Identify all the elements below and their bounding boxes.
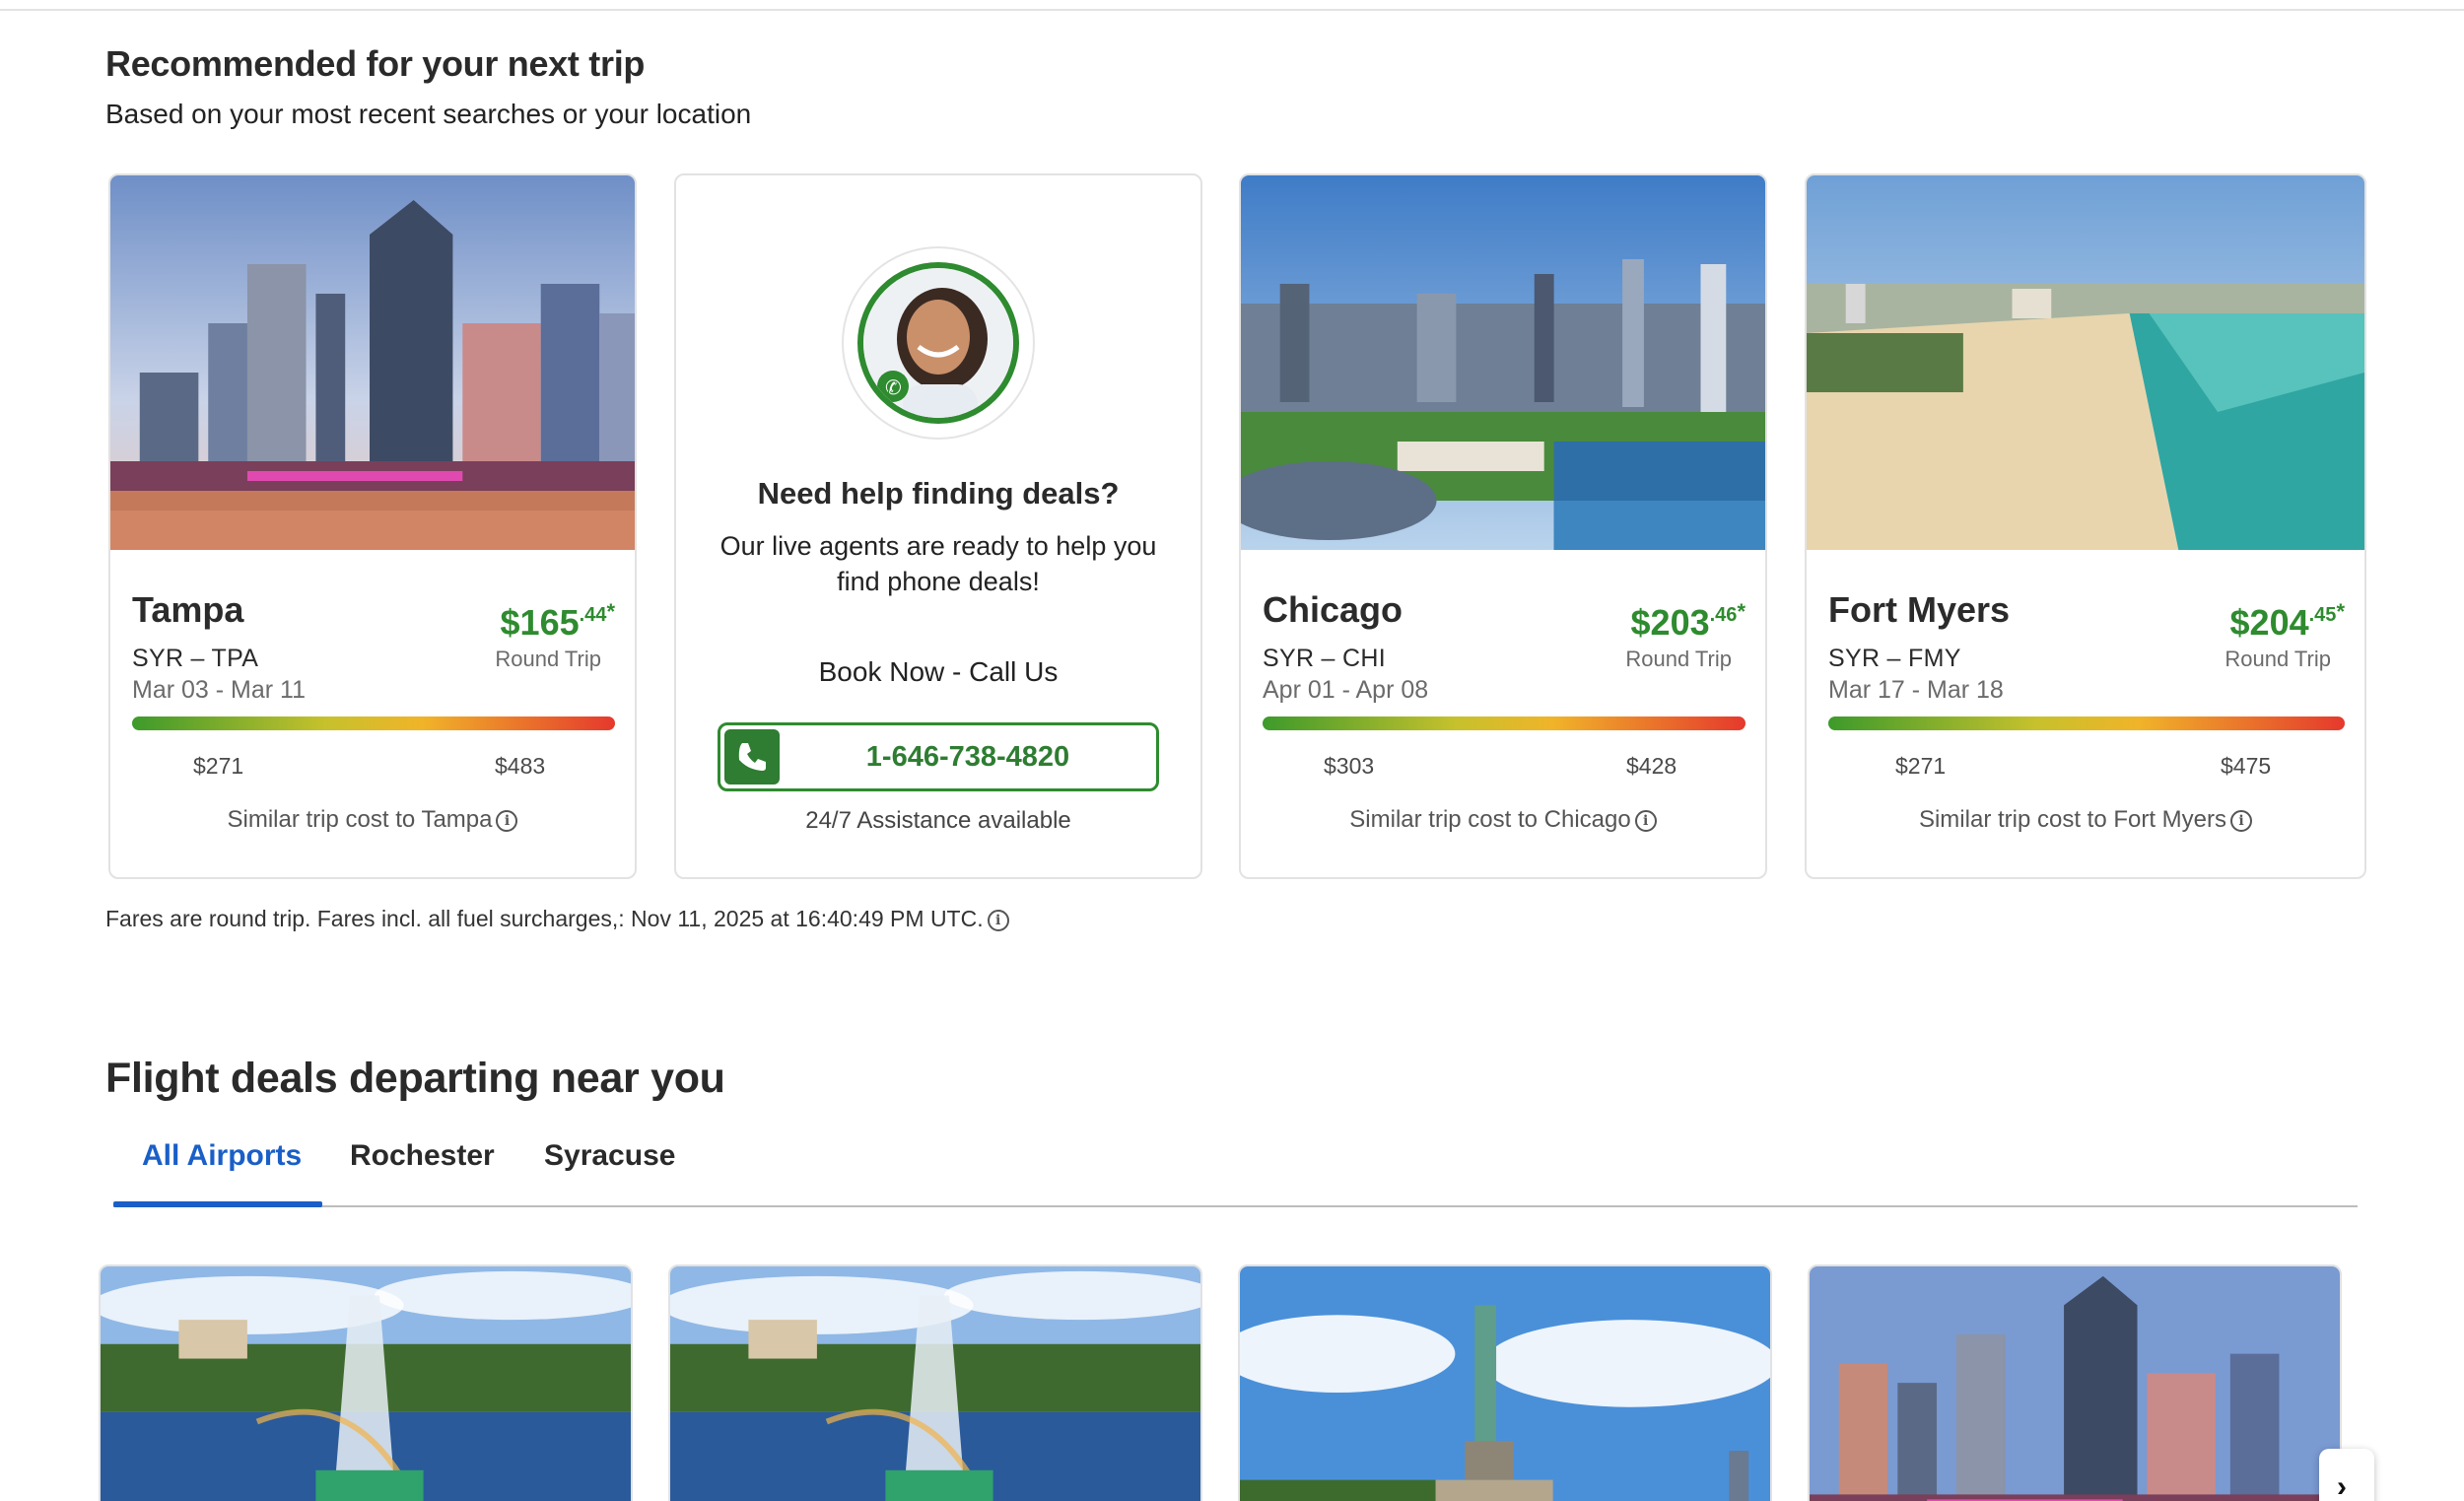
trip-card-fort-myers[interactable]: Fort Myers $204.45* SYR – FMY Round Trip… xyxy=(1805,173,2366,879)
deal-card-new-york[interactable] xyxy=(1238,1264,1772,1501)
chevron-right-icon: › xyxy=(2337,1470,2347,1501)
trip-type: Round Trip xyxy=(495,647,601,671)
similar-trip-cost: Similar trip cost to Fort Myers i xyxy=(1807,806,2364,834)
phone-icon xyxy=(724,729,780,785)
assistance-note: 24/7 Assistance available xyxy=(805,807,1071,834)
chicago-skyline-image xyxy=(1241,175,1765,550)
help-title: Need help finding deals? xyxy=(757,476,1120,511)
section-title: Recommended for your next trip xyxy=(105,43,646,84)
phone-number: 1-646-738-4820 xyxy=(865,741,1070,773)
destination-city: Fort Myers xyxy=(1828,589,2011,630)
book-now-label: Book Now - Call Us xyxy=(818,656,1059,687)
carousel-next-button[interactable]: › xyxy=(2319,1449,2374,1501)
orlando-fountain-image xyxy=(101,1266,631,1501)
price: $203.46* xyxy=(1630,599,1745,643)
range-high: $483 xyxy=(495,753,546,779)
info-icon[interactable]: i xyxy=(2230,810,2253,832)
trip-card-chicago[interactable]: Chicago $203.46* SYR – CHI Round Trip Ap… xyxy=(1239,173,1767,879)
route: SYR – TPA xyxy=(132,645,259,672)
range-high: $428 xyxy=(1626,753,1677,779)
deal-card-orlando[interactable] xyxy=(668,1264,1202,1501)
svg-text:✆: ✆ xyxy=(885,375,902,399)
tampa-skyline-image xyxy=(110,175,635,550)
active-tab-indicator xyxy=(113,1201,322,1207)
fort-myers-beach-image xyxy=(1807,175,2364,550)
route: SYR – CHI xyxy=(1263,645,1386,672)
info-icon[interactable]: i xyxy=(1634,810,1657,832)
tab-syracuse[interactable]: Syracuse xyxy=(544,1139,675,1173)
agent-help-card: ✆ Need help finding deals? Our live agen… xyxy=(674,173,1202,879)
trip-type: Round Trip xyxy=(2224,647,2331,671)
deals-section-title: Flight deals departing near you xyxy=(105,1055,725,1102)
section-subtitle: Based on your most recent searches or yo… xyxy=(105,99,752,129)
similar-trip-cost: Similar trip cost to Chicago i xyxy=(1241,806,1765,834)
tab-all-airports[interactable]: All Airports xyxy=(142,1139,302,1173)
price: $165.44* xyxy=(500,599,615,643)
price-range-bar xyxy=(132,716,615,730)
agent-avatar: ✆ xyxy=(857,262,1019,424)
fare-disclaimer: Fares are round trip. Fares incl. all fu… xyxy=(105,906,1009,932)
price: $204.45* xyxy=(2229,599,2345,643)
deal-card-orlando[interactable] xyxy=(99,1264,633,1501)
travel-dates: Mar 17 - Mar 18 xyxy=(1828,676,2004,704)
price-range-bar xyxy=(1828,716,2345,730)
range-low: $271 xyxy=(1895,753,1947,779)
route: SYR – FMY xyxy=(1828,645,1961,672)
tabs-divider xyxy=(113,1205,2358,1207)
travel-dates: Mar 03 - Mar 11 xyxy=(132,676,306,704)
range-high: $475 xyxy=(2221,753,2272,779)
deal-card-tampa[interactable] xyxy=(1808,1264,2342,1501)
similar-trip-cost: Similar trip cost to Tampa i xyxy=(110,806,635,834)
top-divider xyxy=(0,9,2464,11)
info-icon[interactable]: i xyxy=(496,810,518,832)
trip-type: Round Trip xyxy=(1625,647,1732,671)
help-text: Our live agents are ready to help you fi… xyxy=(719,531,1157,596)
travel-dates: Apr 01 - Apr 08 xyxy=(1263,676,1429,704)
price-range-bar xyxy=(1263,716,1745,730)
tab-rochester[interactable]: Rochester xyxy=(350,1139,495,1173)
call-button[interactable]: 1-646-738-4820 xyxy=(718,722,1159,791)
orlando-fountain-image xyxy=(670,1266,1200,1501)
statue-of-liberty-image xyxy=(1240,1266,1770,1501)
range-low: $303 xyxy=(1324,753,1375,779)
tampa-skyline-image xyxy=(1810,1266,2340,1501)
destination-city: Chicago xyxy=(1263,589,1403,630)
trip-card-tampa[interactable]: Tampa $165.44* SYR – TPA Round Trip Mar … xyxy=(108,173,637,879)
range-low: $271 xyxy=(193,753,244,779)
info-icon[interactable]: i xyxy=(987,910,1009,931)
destination-city: Tampa xyxy=(132,589,244,630)
